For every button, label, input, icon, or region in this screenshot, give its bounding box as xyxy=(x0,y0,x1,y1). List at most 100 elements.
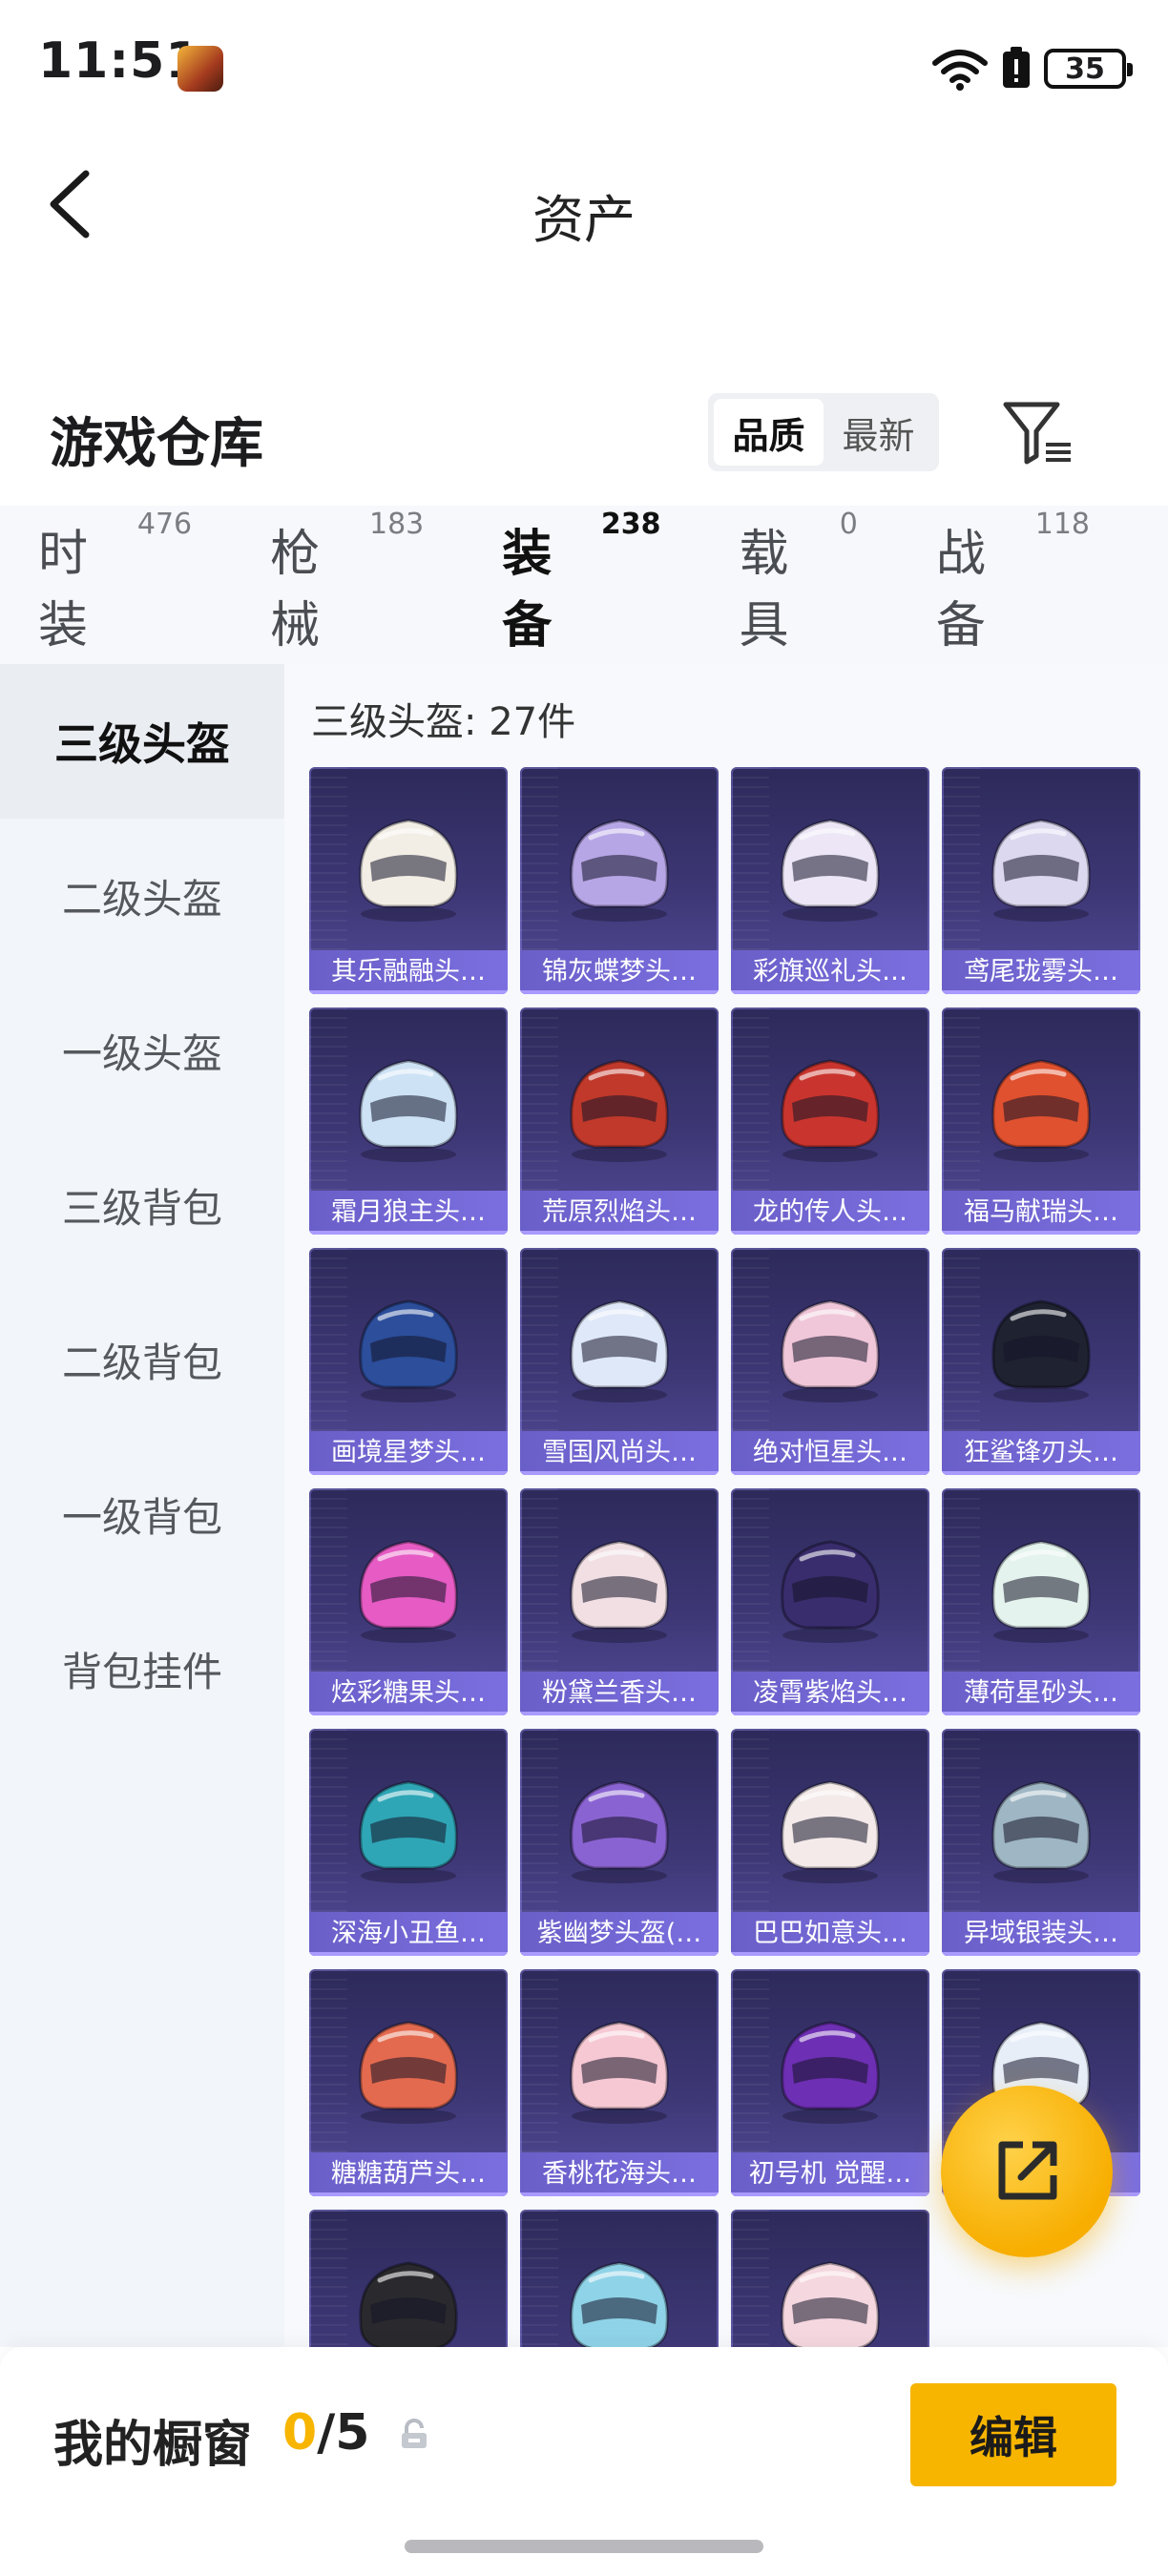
share-button[interactable] xyxy=(941,2086,1113,2257)
tab-vehicles[interactable]: 载具 0 xyxy=(739,508,858,656)
helmet-card[interactable]: 荒原烈焰头… xyxy=(520,1008,719,1235)
helmet-image xyxy=(359,1540,458,1643)
helmet-card[interactable]: 凌霄紫焰头… xyxy=(731,1488,929,1715)
battery-level: 35 xyxy=(1065,52,1105,86)
helmet-name: 霜月狼主头… xyxy=(309,1191,508,1235)
rarity-bar xyxy=(731,1952,929,1956)
rarity-bar xyxy=(309,2192,508,2196)
nav-bar: 资产 xyxy=(0,134,1168,277)
helmet-card[interactable]: 福马献瑞头… xyxy=(942,1008,1140,1235)
rarity-bar xyxy=(520,1231,719,1235)
rarity-bar xyxy=(731,990,929,994)
showcase-title: 我的橱窗 xyxy=(53,2417,253,2474)
helmet-image xyxy=(359,2261,458,2347)
helmet-name: 福马献瑞头… xyxy=(942,1191,1140,1235)
helmet-image xyxy=(991,1540,1091,1643)
helmet-name: 紫幽梦头盔(… xyxy=(520,1912,719,1956)
helmet-card[interactable]: 狂鲨锋刃头… xyxy=(942,1248,1140,1475)
helmet-card[interactable]: 紫幽梦头盔(… xyxy=(520,1729,719,1956)
helmet-card[interactable]: 初号机 觉醒… xyxy=(731,1969,929,2196)
sidebar-item-level1-helmet[interactable]: 一级头盔 xyxy=(0,973,284,1128)
tab-label: 时装 xyxy=(38,526,89,654)
sort-toggle: 品质 最新 xyxy=(708,393,939,471)
tab-count: 183 xyxy=(368,508,425,541)
helmet-name: 凌霄紫焰头… xyxy=(731,1672,929,1715)
helmet-card[interactable]: 粉黛兰香头… xyxy=(520,1488,719,1715)
tab-gear[interactable]: 战备 118 xyxy=(935,508,1090,656)
helmet-card[interactable]: 异域银装头… xyxy=(942,1729,1140,1956)
helmet-card[interactable]: 糖糖葫芦头… xyxy=(309,1969,508,2196)
rarity-bar xyxy=(309,990,508,994)
helmet-card[interactable]: 雪国风尚头… xyxy=(520,1248,719,1475)
sort-quality-button[interactable]: 品质 xyxy=(714,399,824,466)
showcase-count: 0/5 xyxy=(282,2404,369,2462)
helmet-image xyxy=(359,819,458,922)
rarity-bar xyxy=(942,990,1140,994)
helmet-image xyxy=(781,1299,880,1402)
rarity-bar xyxy=(942,1231,1140,1235)
sidebar-item-backpack-charm[interactable]: 背包挂件 xyxy=(0,1591,284,1746)
helmet-card[interactable]: 深海小丑鱼… xyxy=(309,1729,508,1956)
wifi-icon xyxy=(932,50,988,91)
helmet-card[interactable]: 绝对恒星头… xyxy=(731,1248,929,1475)
helmet-name: 雪国风尚头… xyxy=(520,1431,719,1475)
helmet-image xyxy=(570,1780,669,1883)
sidebar-item-level2-backpack[interactable]: 二级背包 xyxy=(0,1282,284,1437)
filter-icon[interactable] xyxy=(998,393,1074,469)
edit-button[interactable]: 编辑 xyxy=(910,2383,1116,2486)
helmet-card[interactable]: 薄荷星砂头… xyxy=(942,1488,1140,1715)
helmet-image xyxy=(359,2021,458,2124)
helmet-name: 锦灰蝶梦头… xyxy=(520,950,719,994)
helmet-image xyxy=(570,2021,669,2124)
rarity-bar xyxy=(731,1471,929,1475)
helmet-image xyxy=(570,1059,669,1162)
helmet-image xyxy=(781,2021,880,2124)
helmet-card[interactable] xyxy=(520,2210,719,2347)
helmet-image xyxy=(570,1540,669,1643)
helmet-name: 绝对恒星头… xyxy=(731,1431,929,1475)
sidebar-item-level1-backpack[interactable]: 一级背包 xyxy=(0,1437,284,1591)
helmet-card[interactable]: 香桃花海头… xyxy=(520,1969,719,2196)
helmet-card[interactable]: 霜月狼主头… xyxy=(309,1008,508,1235)
rarity-bar xyxy=(731,1712,929,1715)
showcase-max: 5 xyxy=(335,2404,370,2462)
helmet-card[interactable]: 巴巴如意头… xyxy=(731,1729,929,1956)
lock-icon xyxy=(402,2419,427,2448)
sidebar-item-level3-helmet[interactable]: 三级头盔 xyxy=(0,664,284,819)
tab-label: 枪械 xyxy=(270,526,321,654)
rarity-bar xyxy=(309,1231,508,1235)
rarity-bar xyxy=(520,1952,719,1956)
rarity-bar xyxy=(520,1471,719,1475)
helmet-card[interactable]: 炫彩糖果头… xyxy=(309,1488,508,1715)
helmet-name: 糖糖葫芦头… xyxy=(309,2152,508,2196)
helmet-card[interactable]: 画境星梦头… xyxy=(309,1248,508,1475)
sort-newest-button[interactable]: 最新 xyxy=(824,399,933,466)
helmet-card[interactable]: 鸢尾珑雾头… xyxy=(942,767,1140,994)
helmet-card[interactable]: 锦灰蝶梦头… xyxy=(520,767,719,994)
helmet-name: 荒原烈焰头… xyxy=(520,1191,719,1235)
page-title: 游戏仓库 xyxy=(50,413,263,475)
helmet-image xyxy=(991,1299,1091,1402)
rarity-bar xyxy=(309,1471,508,1475)
tab-label: 战备 xyxy=(935,526,986,654)
helmet-card[interactable]: 龙的传人头… xyxy=(731,1008,929,1235)
helmet-image xyxy=(991,819,1091,922)
helmet-card[interactable] xyxy=(731,2210,929,2347)
category-tabs: 时装 476 枪械 183 装备 238 载具 0 战备 118 xyxy=(0,506,1168,685)
helmet-image xyxy=(781,1059,880,1162)
tab-fashion[interactable]: 时装 476 xyxy=(38,508,192,656)
helmet-image xyxy=(991,1780,1091,1883)
page-nav-title: 资产 xyxy=(532,190,636,250)
subcategory-sidebar: 三级头盔 二级头盔 一级头盔 三级背包 二级背包 一级背包 背包挂件 xyxy=(0,664,284,2347)
tab-guns[interactable]: 枪械 183 xyxy=(270,508,424,656)
sidebar-item-level2-helmet[interactable]: 二级头盔 xyxy=(0,819,284,973)
tab-label: 载具 xyxy=(739,526,789,654)
rarity-bar xyxy=(942,1712,1140,1715)
item-count-heading: 三级头盔: 27件 xyxy=(311,700,576,744)
helmet-card[interactable]: 彩旗巡礼头… xyxy=(731,767,929,994)
sidebar-item-level3-backpack[interactable]: 三级背包 xyxy=(0,1128,284,1282)
helmet-card[interactable]: 其乐融融头… xyxy=(309,767,508,994)
tab-equipment[interactable]: 装备 238 xyxy=(502,508,661,685)
rarity-bar xyxy=(520,1712,719,1715)
helmet-card[interactable] xyxy=(309,2210,508,2347)
